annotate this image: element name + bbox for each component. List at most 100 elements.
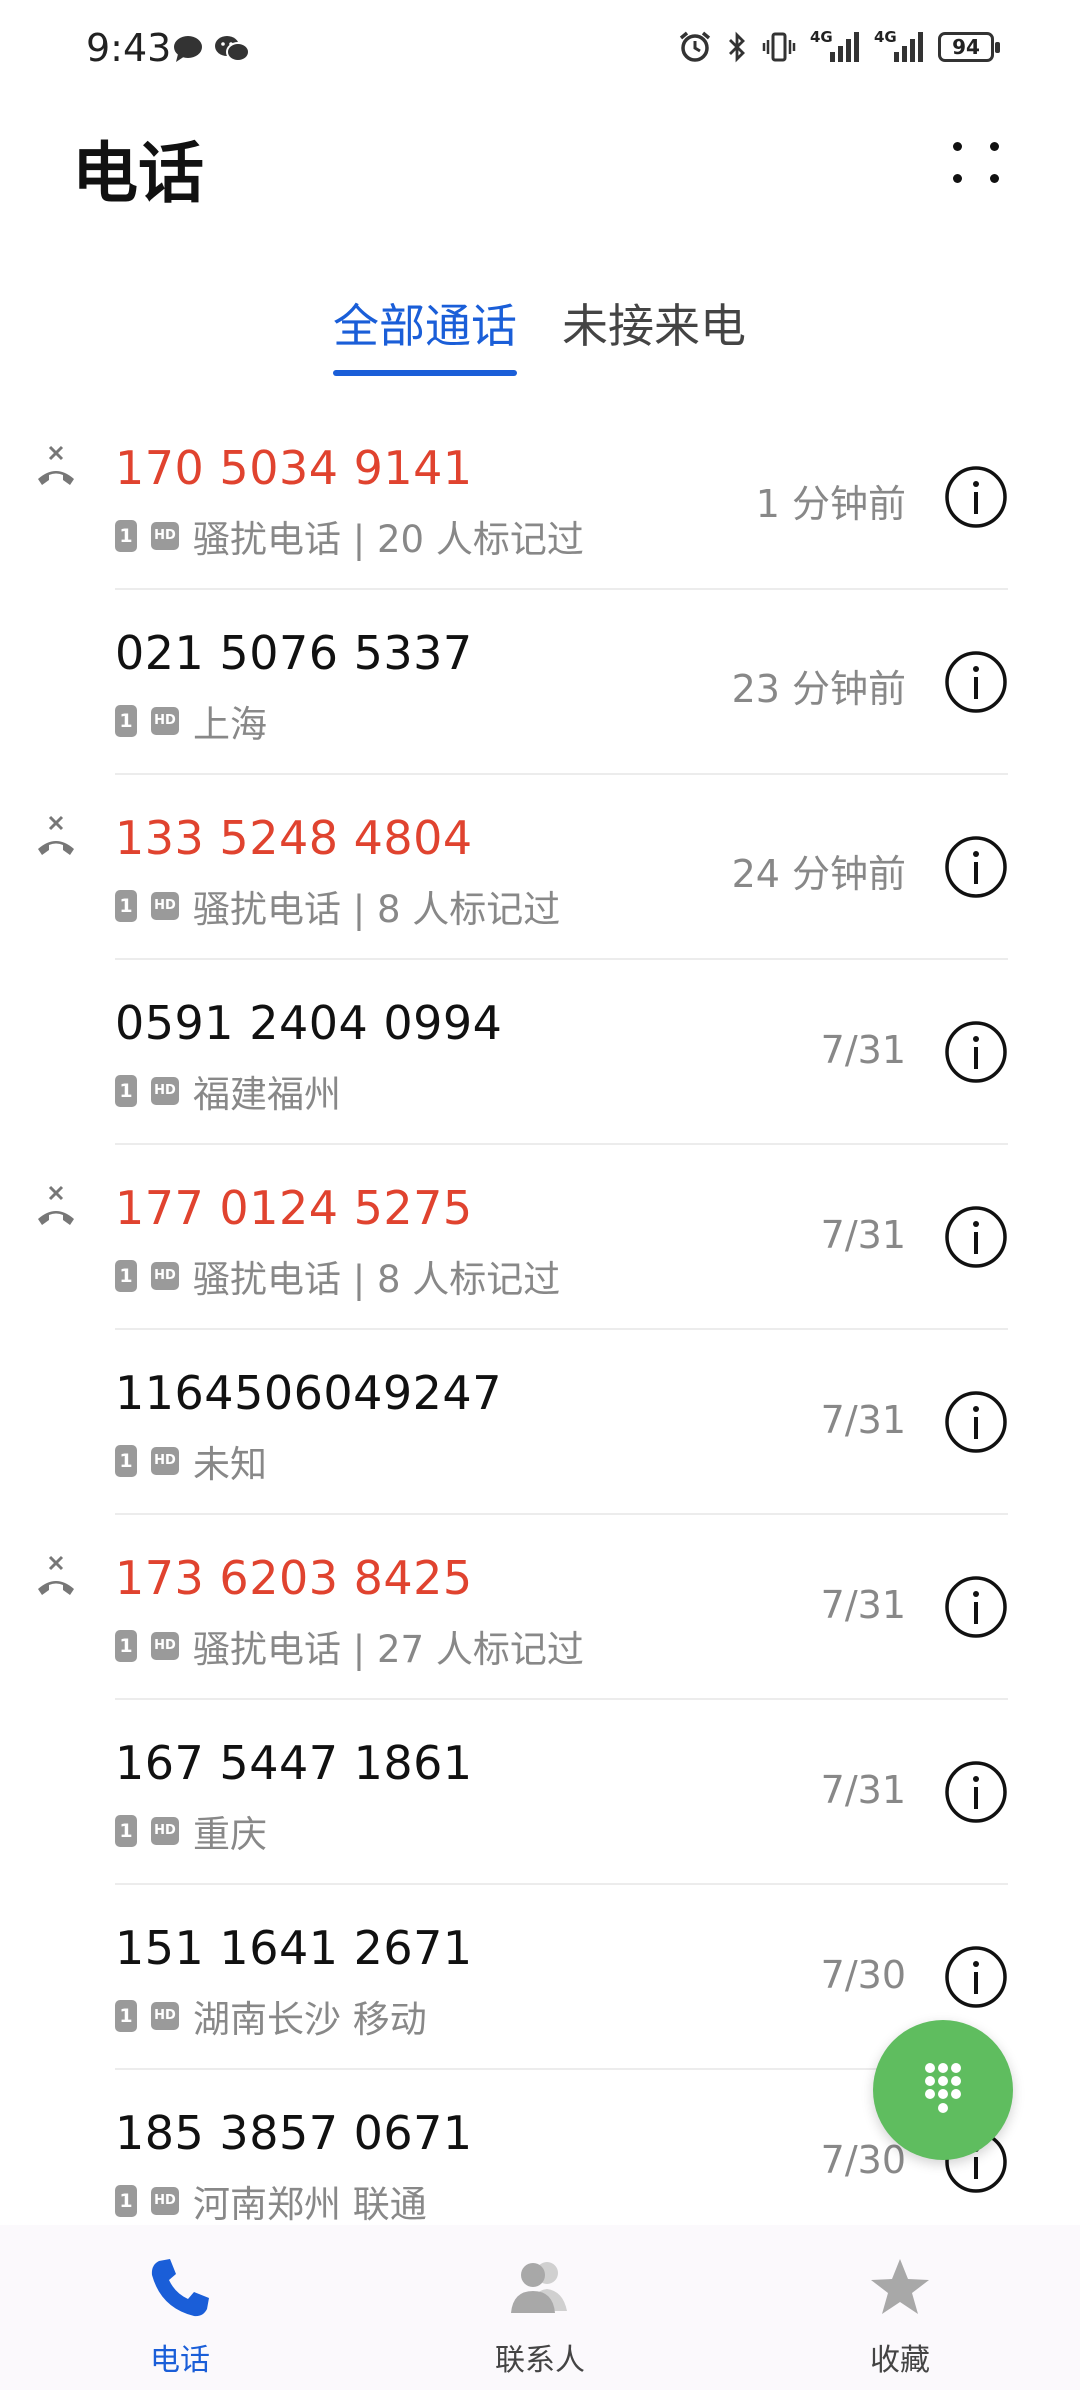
star-icon xyxy=(871,2259,929,2314)
call-meta: 1 HD 上海 xyxy=(115,694,267,748)
call-time: 24 分钟前 xyxy=(731,852,906,896)
battery-indicator: 94 xyxy=(938,32,1000,62)
call-number: 133 5248 4804 xyxy=(115,811,473,865)
status-time: 9:43 xyxy=(86,26,172,70)
call-info: 骚扰电话 | 8 人标记过 xyxy=(193,888,561,931)
nav-label: 收藏 xyxy=(870,2343,930,2378)
sim-card-icon: 1 xyxy=(115,705,137,737)
info-icon[interactable] xyxy=(944,1945,1008,2009)
hd-call-icon: HD xyxy=(151,1817,179,1845)
call-row[interactable]: 0591 2404 0994 1 HD 福建福州 7/31 xyxy=(0,960,1080,1145)
hd-call-icon: HD xyxy=(151,892,179,920)
sim-card-icon: 1 xyxy=(115,2000,137,2032)
sim-card-icon: 1 xyxy=(115,1445,137,1477)
contacts-icon xyxy=(511,2262,567,2313)
sim-card-icon: 1 xyxy=(115,890,137,922)
call-meta: 1 HD 骚扰电话 | 27 人标记过 xyxy=(115,1619,584,1673)
nav-contacts[interactable]: 联系人 xyxy=(410,2225,670,2390)
info-icon[interactable] xyxy=(944,650,1008,714)
call-row[interactable]: 167 5447 1861 1 HD 重庆 7/31 xyxy=(0,1700,1080,1885)
call-meta: 1 HD 福建福州 xyxy=(115,1064,341,1118)
info-icon[interactable] xyxy=(944,835,1008,899)
bluetooth-icon xyxy=(729,31,745,63)
call-row[interactable]: 133 5248 4804 1 HD 骚扰电话 | 8 人标记过 24 分钟前 xyxy=(0,775,1080,960)
notification-icons xyxy=(172,34,250,64)
call-info: 河南郑州 联通 xyxy=(193,2183,427,2226)
phone-icon xyxy=(151,2259,209,2317)
call-info: 湖南长沙 移动 xyxy=(193,1998,427,2041)
call-row[interactable]: 173 6203 8425 1 HD 骚扰电话 | 27 人标记过 7/31 xyxy=(0,1515,1080,1700)
more-dot xyxy=(953,142,962,151)
hd-call-icon: HD xyxy=(151,1447,179,1475)
call-info: 福建福州 xyxy=(193,1073,341,1116)
signal-icon xyxy=(894,32,923,62)
call-time: 7/30 xyxy=(820,1953,906,1997)
nav-label: 电话 xyxy=(150,2343,210,2378)
call-meta: 1 HD 河南郑州 联通 xyxy=(115,2174,427,2228)
more-options-button[interactable] xyxy=(944,130,1008,194)
nav-label: 联系人 xyxy=(495,2343,585,2378)
call-number: 1164506049247 xyxy=(115,1366,502,1420)
missed-call-icon xyxy=(38,1185,74,1225)
info-icon[interactable] xyxy=(944,1575,1008,1639)
nav-favorites[interactable]: 收藏 xyxy=(770,2225,1030,2390)
dialpad-icon xyxy=(925,2063,961,2113)
call-info: 未知 xyxy=(193,1443,267,1486)
sim-card-icon: 1 xyxy=(115,520,137,552)
tab-all-calls[interactable]: 全部通话 xyxy=(333,290,517,356)
call-number: 173 6203 8425 xyxy=(115,1551,473,1605)
missed-call-icon xyxy=(38,815,74,855)
signal-icon xyxy=(830,32,859,62)
call-info: 骚扰电话 | 20 人标记过 xyxy=(193,518,584,561)
call-meta: 1 HD 未知 xyxy=(115,1434,267,1488)
missed-call-icon xyxy=(38,1555,74,1595)
call-info: 重庆 xyxy=(193,1813,267,1856)
more-dot xyxy=(990,174,999,183)
sim-card-icon: 1 xyxy=(115,1260,137,1292)
info-icon[interactable] xyxy=(944,1390,1008,1454)
hd-call-icon: HD xyxy=(151,1077,179,1105)
more-dot xyxy=(990,142,999,151)
vibrate-icon xyxy=(762,32,796,62)
call-row[interactable]: 1164506049247 1 HD 未知 7/31 xyxy=(0,1330,1080,1515)
call-meta: 1 HD 骚扰电话 | 8 人标记过 xyxy=(115,1249,560,1303)
dialpad-button[interactable] xyxy=(873,2020,1013,2160)
call-row[interactable]: 177 0124 5275 1 HD 骚扰电话 | 8 人标记过 7/31 xyxy=(0,1145,1080,1330)
status-bar: 9:43 4G 4G 94 xyxy=(0,0,1080,100)
call-time: 7/31 xyxy=(820,1768,906,1812)
hd-call-icon: HD xyxy=(151,707,179,735)
call-info: 骚扰电话 | 8 人标记过 xyxy=(193,1258,561,1301)
call-meta: 1 HD 骚扰电话 | 8 人标记过 xyxy=(115,879,560,933)
nav-phone[interactable]: 电话 xyxy=(50,2225,310,2390)
alarm-icon xyxy=(679,31,711,62)
call-number: 185 3857 0671 xyxy=(115,2106,473,2160)
call-info: 上海 xyxy=(193,703,267,746)
call-meta: 1 HD 骚扰电话 | 20 人标记过 xyxy=(115,509,584,563)
info-icon[interactable] xyxy=(944,1020,1008,1084)
tab-missed-calls[interactable]: 未接来电 xyxy=(562,290,746,356)
call-row[interactable]: 170 5034 9141 1 HD 骚扰电话 | 20 人标记过 1 分钟前 xyxy=(0,405,1080,590)
info-icon[interactable] xyxy=(944,1205,1008,1269)
sim-card-icon: 1 xyxy=(115,1075,137,1107)
message-icon xyxy=(174,36,202,62)
hd-call-icon: HD xyxy=(151,1632,179,1660)
call-meta: 1 HD 重庆 xyxy=(115,1804,267,1858)
hd-call-icon: HD xyxy=(151,2002,179,2030)
wechat-icon xyxy=(215,36,250,62)
call-time: 7/31 xyxy=(820,1028,906,1072)
sim-card-icon: 1 xyxy=(115,2185,137,2217)
call-number: 021 5076 5337 xyxy=(115,626,473,680)
hd-call-icon: HD xyxy=(151,1262,179,1290)
call-number: 151 1641 2671 xyxy=(115,1921,473,1975)
call-row[interactable]: 021 5076 5337 1 HD 上海 23 分钟前 xyxy=(0,590,1080,775)
call-log-list: 170 5034 9141 1 HD 骚扰电话 | 20 人标记过 1 分钟前 … xyxy=(0,405,1080,2255)
call-time: 7/31 xyxy=(820,1583,906,1627)
call-time: 23 分钟前 xyxy=(731,667,906,711)
hd-call-icon: HD xyxy=(151,522,179,550)
call-number: 177 0124 5275 xyxy=(115,1181,473,1235)
call-number: 0591 2404 0994 xyxy=(115,996,503,1050)
call-time: 7/31 xyxy=(820,1398,906,1442)
info-icon[interactable] xyxy=(944,1760,1008,1824)
info-icon[interactable] xyxy=(944,465,1008,529)
sim-card-icon: 1 xyxy=(115,1815,137,1847)
